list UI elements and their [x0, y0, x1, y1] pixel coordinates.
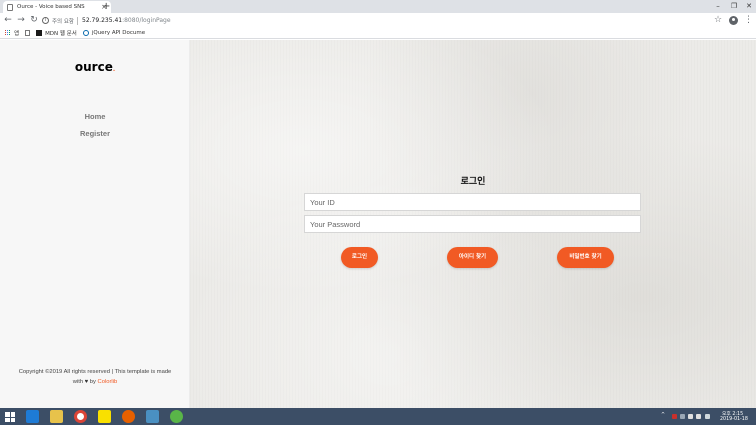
- clock-time[interactable]: 오후 2:15: [722, 410, 743, 417]
- colorlib-link[interactable]: Colorlib: [98, 379, 118, 385]
- url-host: 52.79.235.41: [82, 17, 123, 24]
- new-tab-button[interactable]: +: [102, 0, 110, 13]
- mdn-icon: [36, 30, 43, 36]
- heart-icon: ♥: [84, 379, 89, 385]
- taskbar: ^ 오후 2:15 2019-01-18: [0, 408, 756, 425]
- volume-icon[interactable]: [696, 414, 701, 419]
- sidebar: ource. Home Register Copyright ©2019 All…: [0, 40, 190, 408]
- jquery-icon: [82, 30, 89, 36]
- minimize-button[interactable]: –: [711, 0, 725, 13]
- reload-button[interactable]: ↻: [28, 14, 40, 27]
- document-icon[interactable]: [25, 30, 31, 36]
- page: ource. Home Register Copyright ©2019 All…: [0, 40, 756, 408]
- app-icon[interactable]: [146, 410, 159, 423]
- firefox-icon[interactable]: [122, 410, 135, 423]
- tab-title: Ource - Voice based SNS: [17, 4, 85, 10]
- find-password-button[interactable]: 비밀번호 찾기: [557, 247, 614, 268]
- login-button[interactable]: 로그인: [341, 247, 378, 268]
- find-id-button[interactable]: 아이디 찾기: [447, 247, 498, 268]
- copyright: Copyright ©2019 All rights reserved | Th…: [15, 367, 175, 387]
- toolbar: ← → ↻ i 주의 요함 52.79.235.41 :8080/loginPa…: [0, 13, 756, 28]
- password-input[interactable]: [304, 215, 641, 233]
- clock-date[interactable]: 2019-01-18: [720, 417, 748, 422]
- security-label: 주의 요함: [52, 18, 74, 25]
- tray-security-icon[interactable]: [672, 414, 677, 419]
- nav-home[interactable]: Home: [0, 112, 190, 121]
- forward-button[interactable]: →: [15, 14, 27, 27]
- tab-bar: Ource - Voice based SNS × + – ❐ ✕: [0, 0, 756, 13]
- url-path: :8080/loginPage: [122, 17, 171, 24]
- close-window-button[interactable]: ✕: [742, 0, 756, 13]
- bookmark-mdn[interactable]: MDN 웹 문서: [45, 29, 77, 37]
- back-button[interactable]: ←: [2, 14, 14, 27]
- tray-icon[interactable]: [680, 414, 685, 419]
- copyright-with: with: [72, 379, 84, 385]
- divider: [77, 16, 78, 25]
- network-icon[interactable]: [688, 414, 693, 419]
- bookmark-apps[interactable]: 앱: [14, 29, 19, 37]
- menu-icon[interactable]: ⋮: [744, 13, 753, 28]
- bookmark-star-icon[interactable]: ☆: [714, 13, 722, 28]
- page-icon: [7, 3, 13, 11]
- file-explorer-icon[interactable]: [50, 410, 63, 423]
- apps-icon[interactable]: [5, 30, 11, 36]
- account-icon[interactable]: [729, 16, 738, 25]
- logo-dot: .: [112, 66, 116, 73]
- ime-icon[interactable]: [705, 414, 710, 419]
- info-icon[interactable]: i: [42, 17, 49, 24]
- id-input[interactable]: [304, 193, 641, 211]
- address-bar[interactable]: i 주의 요함 52.79.235.41 :8080/loginPage: [42, 14, 710, 27]
- chrome-icon[interactable]: [74, 410, 87, 423]
- ie-icon[interactable]: [26, 410, 39, 423]
- tray-chevron-icon[interactable]: ^: [661, 413, 665, 418]
- nav-register[interactable]: Register: [0, 129, 190, 138]
- maximize-button[interactable]: ❐: [727, 0, 741, 13]
- login-title: 로그인: [460, 177, 486, 187]
- bookmarks-bar: 앱 MDN 웹 문서 jQuery API Docume: [0, 28, 756, 39]
- windows-start-icon[interactable]: [5, 412, 15, 422]
- bookmark-jquery[interactable]: jQuery API Docume: [92, 30, 145, 36]
- kakaotalk-icon[interactable]: [98, 410, 111, 423]
- logo-text: ource: [74, 60, 113, 74]
- browser-tab[interactable]: Ource - Voice based SNS ×: [3, 1, 111, 13]
- site-logo[interactable]: ource.: [0, 60, 190, 74]
- login-area: 로그인 로그인 아이디 찾기 비밀번호 찾기: [190, 40, 756, 408]
- app-green-icon[interactable]: [170, 410, 183, 423]
- copyright-text: Copyright ©2019 All rights reserved | Th…: [18, 369, 172, 375]
- copyright-by: by: [89, 379, 96, 385]
